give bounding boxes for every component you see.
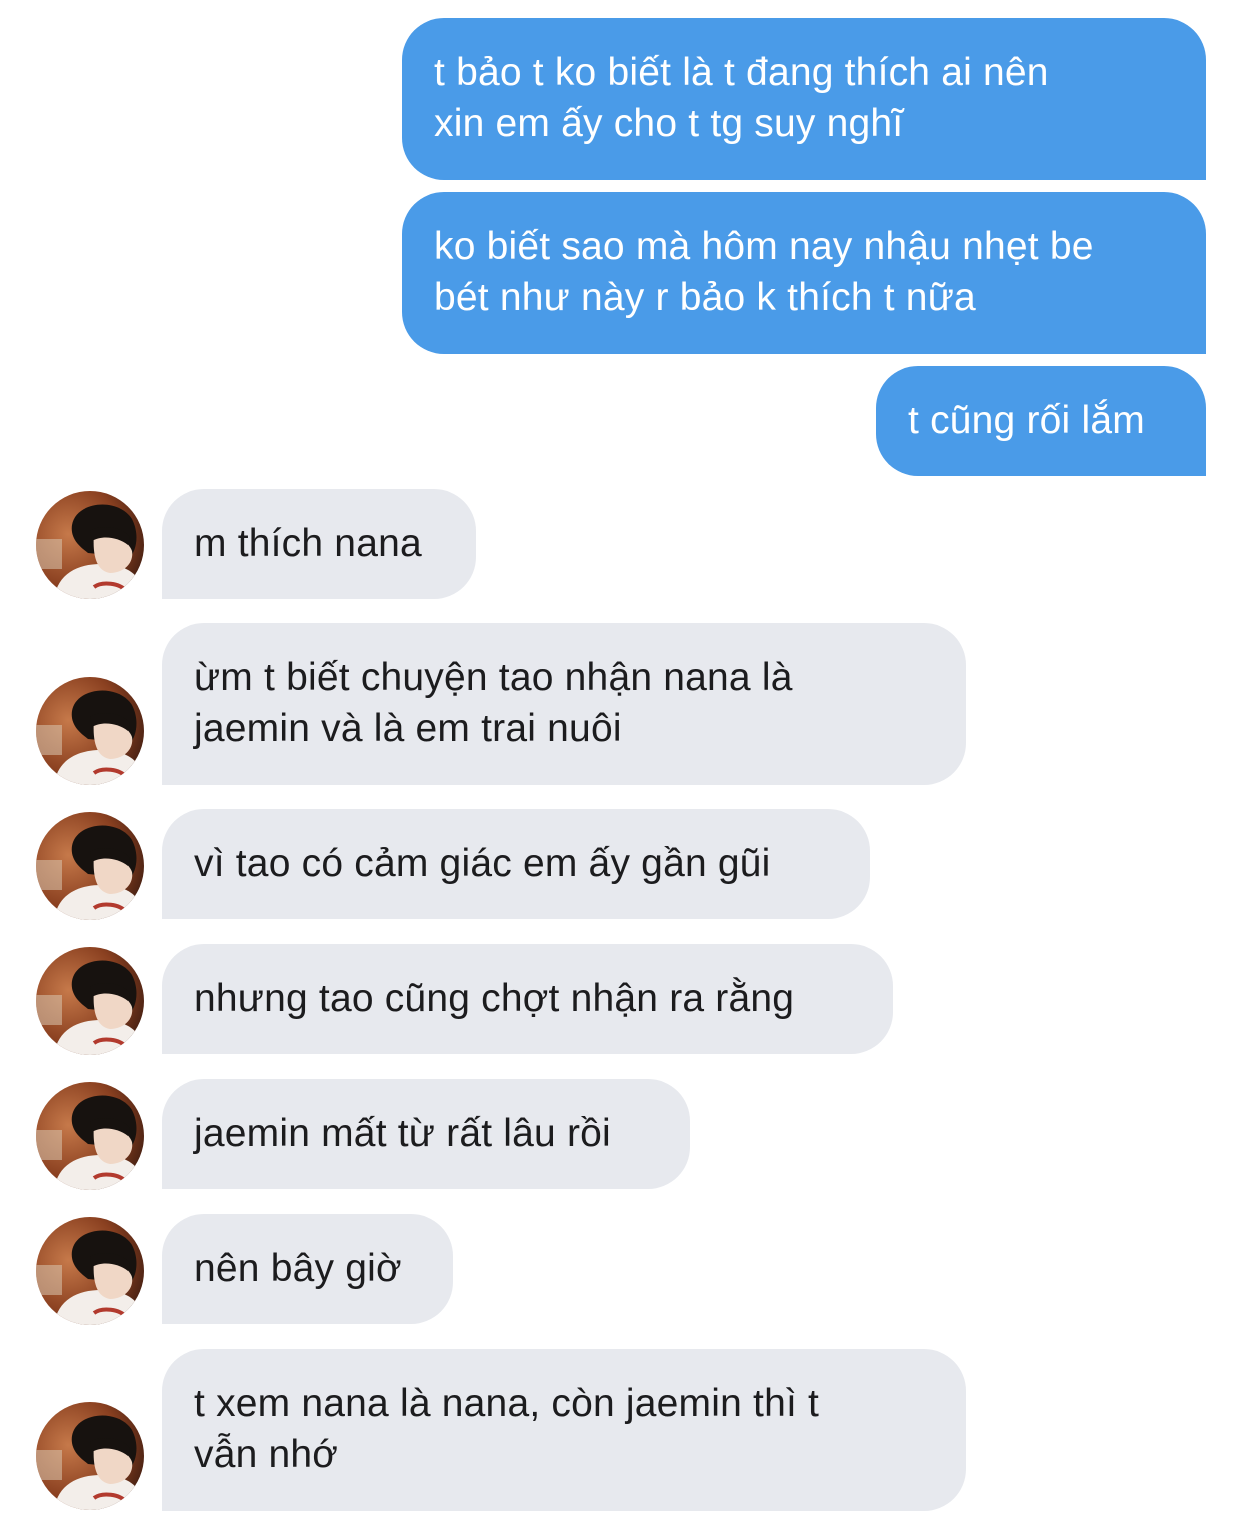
sent-message[interactable]: t cũng rối lắm xyxy=(876,366,1206,476)
sent-message[interactable]: t bảo t ko biết là t đang thích ai nên x… xyxy=(402,18,1206,180)
received-message[interactable]: vì tao có cảm giác em ấy gần gũi xyxy=(162,809,870,919)
profile-photo-avatar[interactable] xyxy=(36,812,144,920)
profile-photo-avatar[interactable] xyxy=(36,1082,144,1190)
received-message[interactable]: nên bây giờ xyxy=(162,1214,453,1324)
sent-message[interactable]: ko biết sao mà hôm nay nhậu nhẹt be bét … xyxy=(402,192,1206,354)
profile-photo-avatar[interactable] xyxy=(36,1217,144,1325)
received-message[interactable]: t xem nana là nana, còn jaemin thì t vẫn… xyxy=(162,1349,966,1511)
received-message[interactable]: jaemin mất từ rất lâu rồi xyxy=(162,1079,690,1189)
received-message[interactable]: m thích nana xyxy=(162,489,476,599)
profile-photo-avatar[interactable] xyxy=(36,677,144,785)
profile-photo-avatar[interactable] xyxy=(36,947,144,1055)
profile-photo-avatar[interactable] xyxy=(36,1402,144,1510)
profile-photo-avatar[interactable] xyxy=(36,491,144,599)
received-message[interactable]: nhưng tao cũng chợt nhận ra rằng xyxy=(162,944,893,1054)
received-message[interactable]: ừm t biết chuyện tao nhận nana là jaemin… xyxy=(162,623,966,785)
